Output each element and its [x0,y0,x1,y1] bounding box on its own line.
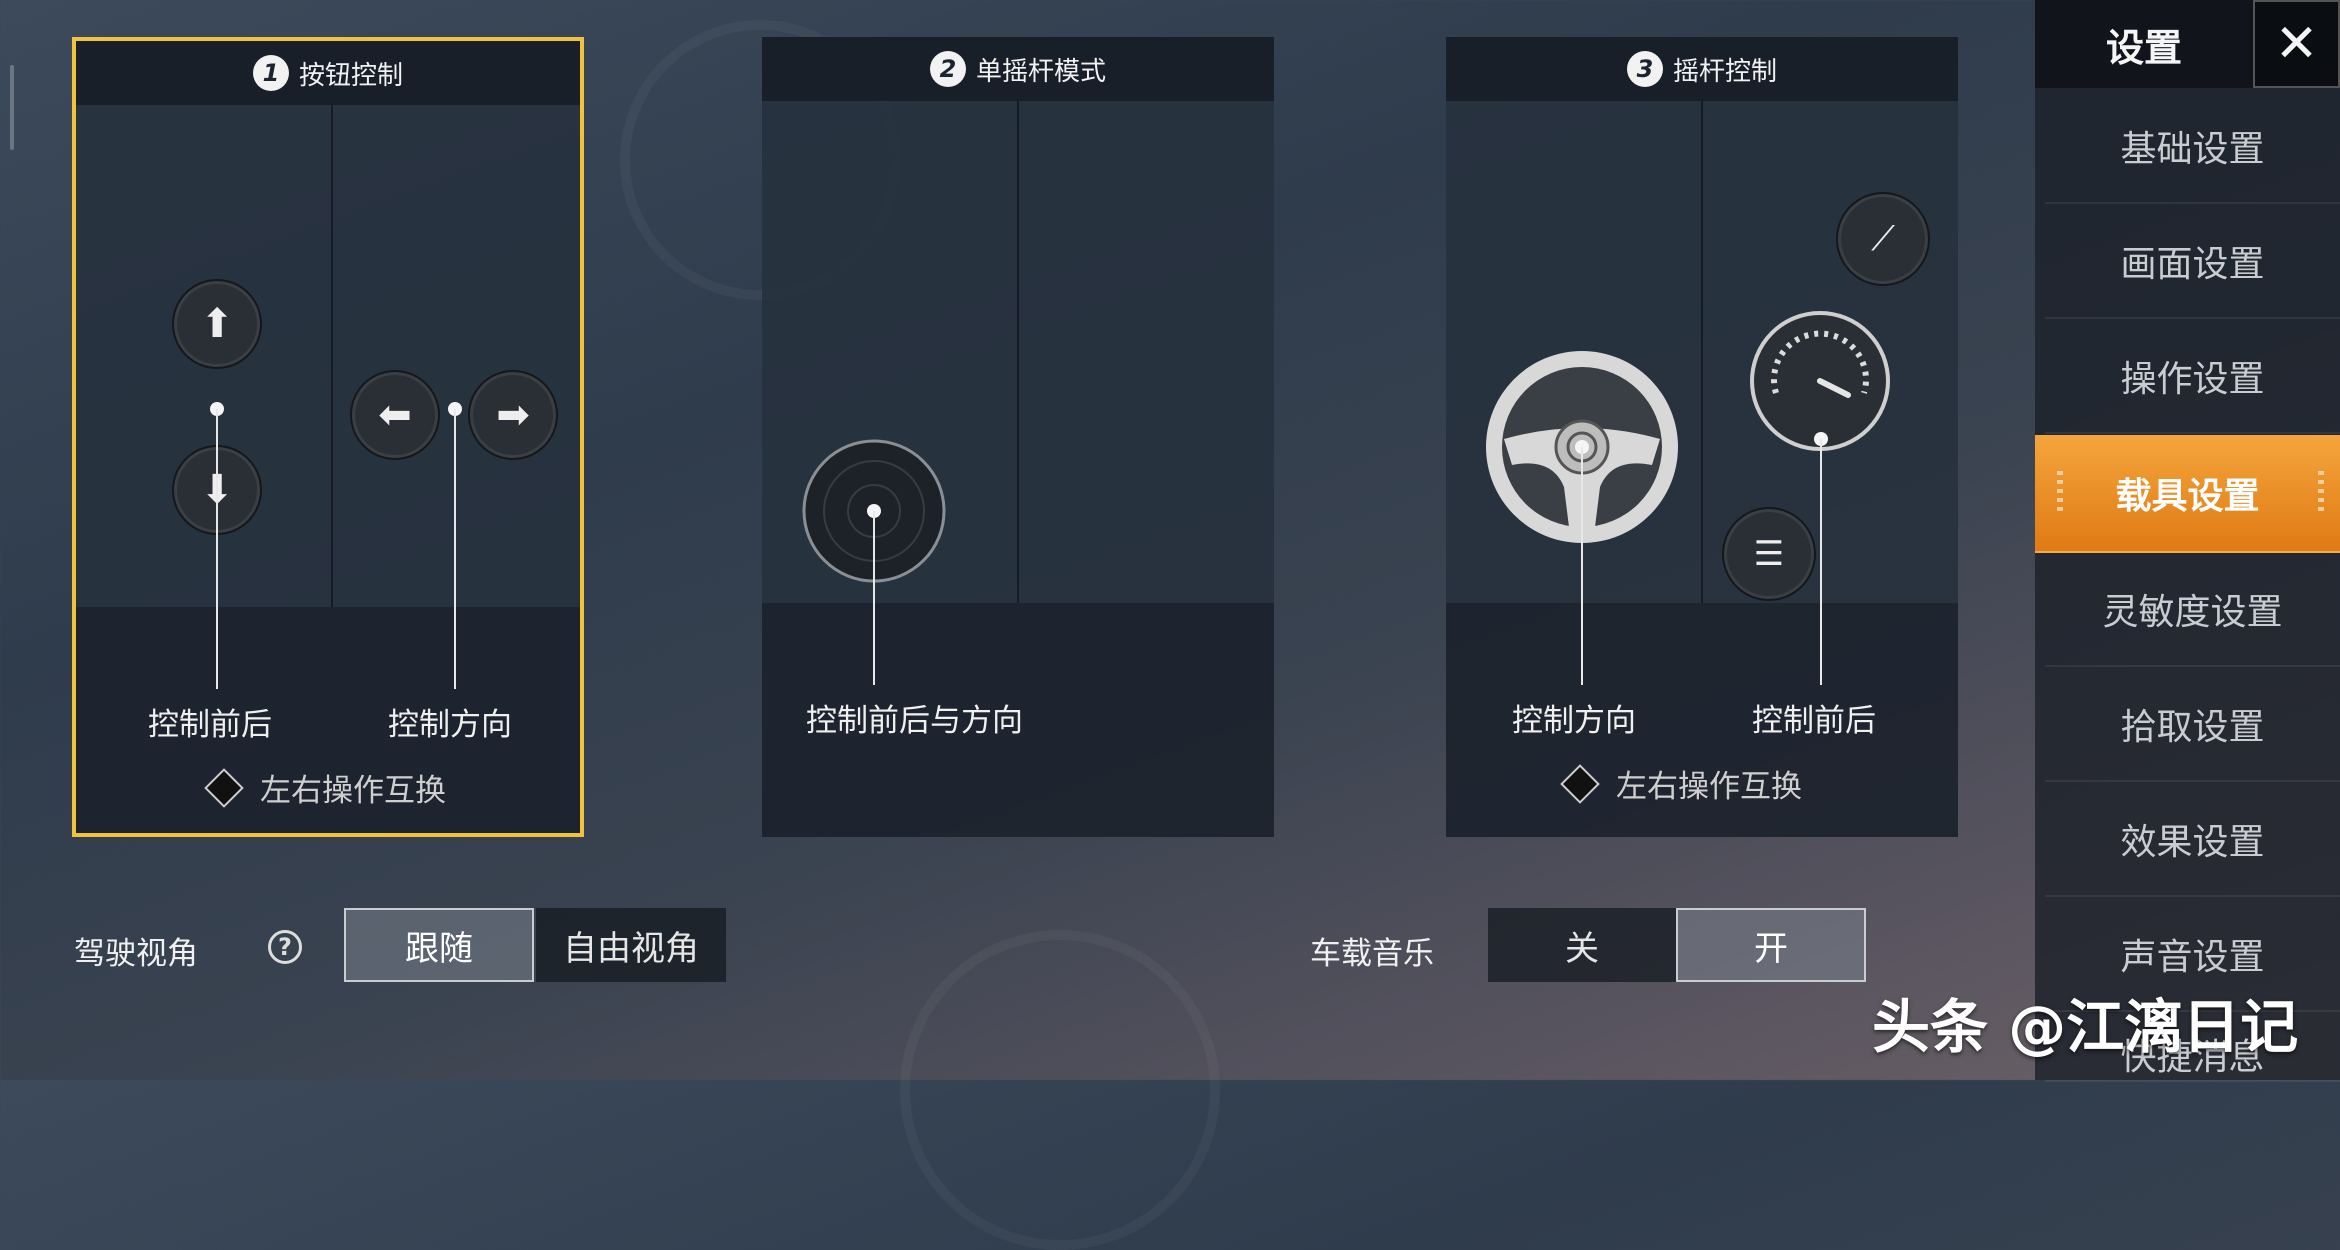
background-swirl [900,930,1220,1250]
steer-right-arrow-icon[interactable]: ➡ [468,370,558,460]
panel-number-badge: 1 [252,55,289,91]
diamond-checkbox-icon [204,767,244,808]
scroll-indicator[interactable] [10,65,14,150]
pointer-line [873,511,875,685]
sidebar-item-vehicle[interactable]: 载具设置 [2035,435,2340,553]
control-direction-label: 控制方向 [388,707,512,743]
control-forward-back-direction-label: 控制前后与方向 [806,703,1023,739]
accelerate-arrow-up-icon[interactable]: ⬆ [172,279,262,369]
right-touch-zone [1019,101,1274,603]
pointer-line [1820,439,1822,685]
panel-header: 1 按钮控制 [76,41,580,105]
sidebar-item-sensitivity[interactable]: 灵敏度设置 [2045,553,2340,667]
panel-title: 摇杆控制 [1672,56,1777,87]
steer-left-arrow-icon[interactable]: ⬅ [350,370,440,460]
settings-title: 设置 [2035,0,2253,88]
control-forward-back-label: 控制前后 [1752,703,1876,739]
pointer-line [1581,447,1583,685]
panel-button-control[interactable]: 1 按钮控制 ⬆ ⬇ ⬅ ➡ 控制前后 控制方向 左右操作互换 [72,37,584,837]
panel-single-joystick[interactable]: 2 单摇杆模式 控制前后与方向 [762,37,1274,837]
pointer-line [454,409,456,689]
panel-number-badge: 2 [929,51,966,87]
help-icon[interactable]: ? [268,930,302,964]
sidebar-item-graphics[interactable]: 画面设置 [2045,205,2340,319]
panel-number-badge: 3 [1626,51,1663,87]
panel-header: 2 单摇杆模式 [762,37,1274,101]
right-touch-zone [333,105,580,607]
car-music-label: 车载音乐 [1310,936,1434,972]
watermark: 头条 @江漓日记 [1872,993,2299,1061]
brake-pedal-icon[interactable]: ☰ [1722,507,1816,601]
swap-label: 左右操作互换 [260,773,446,809]
panel-title: 按钮控制 [298,60,403,91]
panel-title: 单摇杆模式 [975,56,1106,87]
pointer-line [216,409,218,689]
car-music-off-option[interactable]: 关 [1488,908,1676,982]
swap-left-right-toggle[interactable]: 左右操作互换 [204,765,446,810]
control-forward-back-label: 控制前后 [148,707,272,743]
driving-view-label: 驾驶视角 [74,936,198,972]
close-icon[interactable]: ✕ [2253,0,2340,88]
sidebar-item-pickup[interactable]: 拾取设置 [2045,668,2340,782]
panel-joystick-control[interactable]: 3 摇杆控制 ⟋ ☰ 控制方向 控制前后 左右操作互换 [1446,37,1958,837]
grip-icon [2057,471,2063,511]
driving-view-free-option[interactable]: 自由视角 [536,908,726,982]
control-direction-label: 控制方向 [1512,703,1636,739]
settings-sidebar: 设置 ✕ 基础设置 画面设置 操作设置 载具设置 灵敏度设置 拾取设置 效果设置… [2035,0,2340,1082]
panel-header: 3 摇杆控制 [1446,37,1958,101]
sidebar-item-effects[interactable]: 效果设置 [2045,783,2340,897]
sidebar-item-controls[interactable]: 操作设置 [2045,320,2340,434]
grip-icon [2318,471,2324,511]
car-music-on-option[interactable]: 开 [1676,908,1866,982]
swap-label: 左右操作互换 [1616,769,1802,805]
diamond-checkbox-icon [1560,763,1600,804]
handbrake-icon[interactable]: ⟋ [1836,192,1930,286]
sidebar-item-label: 载具设置 [2115,476,2260,517]
swap-left-right-toggle[interactable]: 左右操作互换 [1560,761,1802,806]
sidebar-item-basic[interactable]: 基础设置 [2045,90,2340,204]
driving-view-follow-option[interactable]: 跟随 [344,908,534,982]
